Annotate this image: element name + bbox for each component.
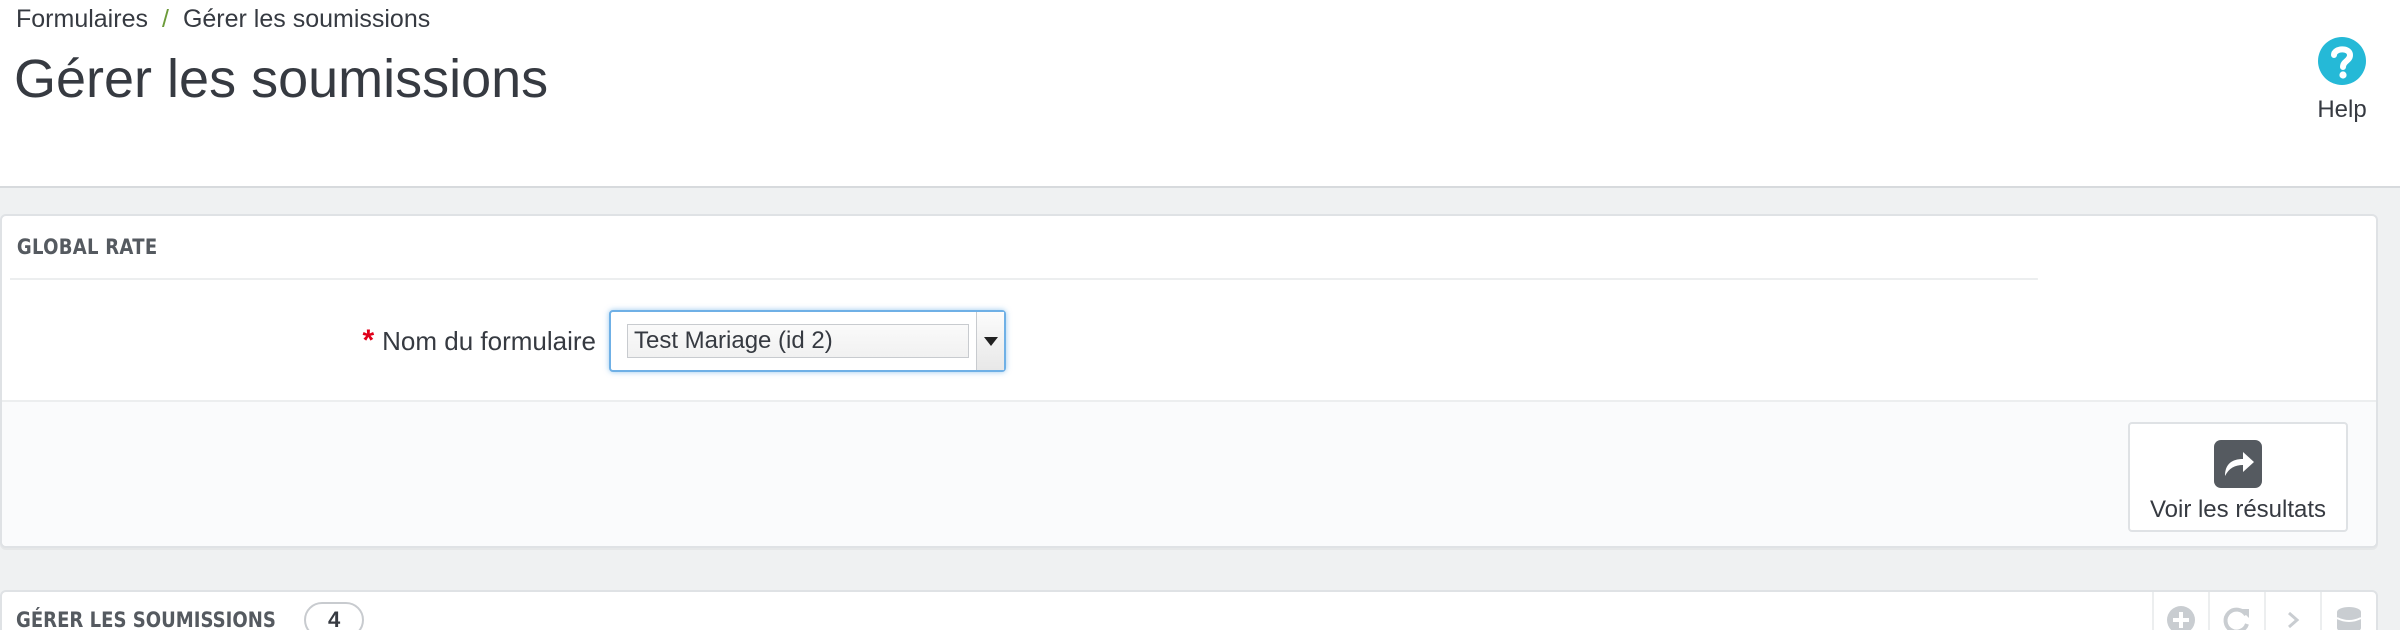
database-icon [2336, 607, 2362, 630]
view-results-label: Voir les résultats [2149, 496, 2327, 523]
refresh-button[interactable] [2208, 592, 2264, 630]
breadcrumb: Formulaires / Gérer les soumissions [16, 2, 430, 36]
submissions-panel: GÉRER LES SOUMISSIONS 4 [0, 590, 2378, 630]
help-button[interactable]: Help [2300, 36, 2384, 124]
refresh-icon [2223, 607, 2249, 630]
help-icon [2318, 37, 2366, 85]
view-results-button[interactable]: Voir les résultats [2128, 422, 2348, 532]
submissions-count-badge: 4 [304, 602, 365, 630]
form-name-row: * Nom du formulaire Test Mariage (id 2) [2, 310, 2376, 372]
add-button[interactable] [2152, 592, 2208, 630]
breadcrumb-current: Gérer les soumissions [182, 5, 431, 33]
global-rate-footer: Voir les résultats [2, 400, 2376, 546]
chevron-right-icon [2288, 611, 2300, 629]
caret-down-icon[interactable] [976, 312, 1004, 370]
global-rate-heading: GLOBAL RATE [10, 216, 2038, 280]
help-label: Help [2317, 96, 2367, 123]
form-name-label-text: Nom du formulaire [382, 326, 596, 356]
submissions-title: GÉRER LES SOUMISSIONS [16, 608, 276, 630]
sql-manager-button[interactable] [2320, 592, 2376, 630]
page-header: Formulaires / Gérer les soumissions Gérer … [0, 0, 2400, 188]
add-icon [2167, 606, 2195, 630]
page-title: Gérer les soumissions [14, 49, 549, 109]
form-name-select-value: Test Mariage (id 2) [627, 324, 969, 358]
share-icon [2214, 440, 2262, 488]
global-rate-panel: GLOBAL RATE * Nom du formulaire Test Mari… [0, 214, 2378, 548]
breadcrumb-link-formulaires[interactable]: Formulaires [16, 5, 148, 33]
list-toolbar [2152, 592, 2376, 630]
form-name-select[interactable]: Test Mariage (id 2) [609, 310, 1006, 372]
required-asterisk: * [362, 324, 375, 357]
next-button[interactable] [2264, 592, 2320, 630]
form-name-label: * Nom du formulaire [362, 324, 596, 358]
breadcrumb-separator: / [161, 5, 169, 33]
submissions-heading: GÉRER LES SOUMISSIONS 4 [2, 592, 2376, 630]
